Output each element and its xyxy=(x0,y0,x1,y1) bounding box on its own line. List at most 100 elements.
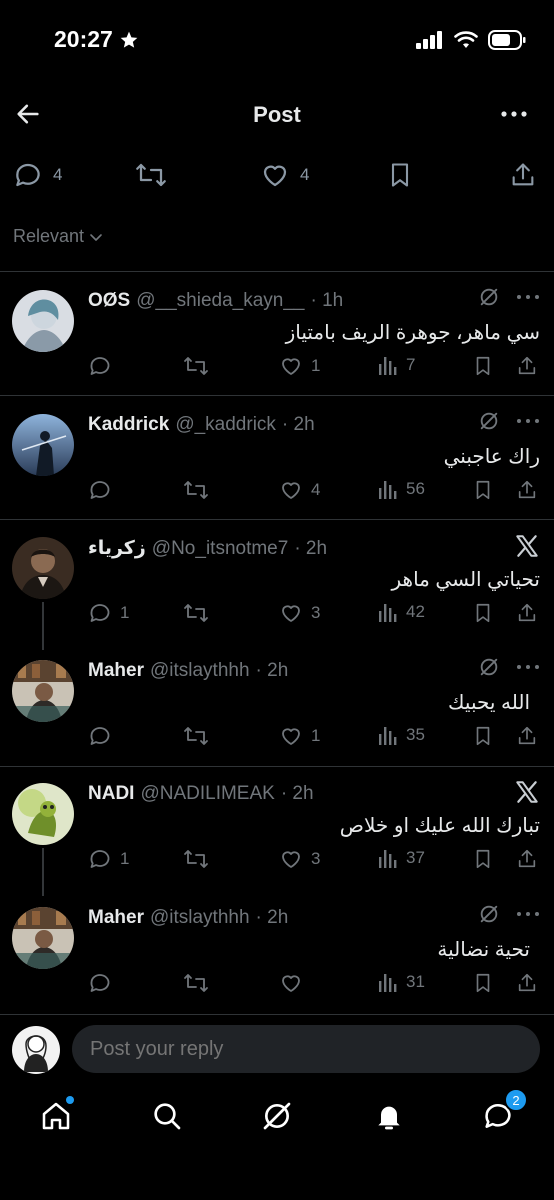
grok-icon[interactable] xyxy=(478,410,500,432)
like-count: 1 xyxy=(311,356,321,375)
avatar[interactable] xyxy=(12,290,74,352)
reply-button[interactable] xyxy=(88,971,120,995)
bookmark-button[interactable] xyxy=(472,354,494,378)
more-dots-icon[interactable] xyxy=(516,910,540,918)
bookmark-button[interactable] xyxy=(472,847,494,871)
bookmark-button[interactable] xyxy=(472,971,494,995)
grok-icon[interactable] xyxy=(478,286,500,308)
repost-button[interactable] xyxy=(182,478,210,502)
author-name[interactable]: زكرياء xyxy=(88,537,146,560)
repost-icon xyxy=(184,357,208,375)
repost-button[interactable] xyxy=(182,601,210,625)
repost-icon xyxy=(184,727,208,745)
like-button[interactable]: 3 xyxy=(279,601,320,625)
bookmark-button[interactable] xyxy=(472,478,494,502)
share-button[interactable] xyxy=(516,971,538,995)
share-button[interactable] xyxy=(516,354,538,378)
post-reply-button[interactable]: 4 xyxy=(13,160,62,190)
reply-item[interactable]: Maher @itslaythhh · 2h الله يحبيك 1 35 xyxy=(0,658,554,764)
more-dots-icon[interactable] xyxy=(516,663,540,671)
like-button[interactable]: 3 xyxy=(279,847,320,871)
bookmark-icon xyxy=(476,356,490,376)
views-button[interactable]: 35 xyxy=(378,724,425,746)
reply-item[interactable]: Kaddrick @_kaddrick · 2h راك عاجبني 4 56 xyxy=(0,412,554,518)
tab-messages[interactable]: 2 xyxy=(482,1088,528,1132)
bookmark-button[interactable] xyxy=(472,724,494,748)
reply-icon xyxy=(90,604,110,622)
repost-button[interactable] xyxy=(182,847,210,871)
views-button[interactable]: 37 xyxy=(378,847,425,869)
x-logo-icon[interactable] xyxy=(514,533,540,559)
views-chart-icon xyxy=(379,604,397,622)
avatar[interactable] xyxy=(12,907,74,969)
reply-button[interactable]: 1 xyxy=(88,847,129,871)
avatar[interactable] xyxy=(12,660,74,722)
tab-search[interactable] xyxy=(151,1100,183,1132)
reply-icon xyxy=(90,727,110,745)
share-button[interactable] xyxy=(516,847,538,871)
like-button[interactable] xyxy=(279,971,311,995)
reply-button[interactable] xyxy=(88,724,120,748)
x-logo-icon[interactable] xyxy=(514,779,540,805)
share-button[interactable] xyxy=(516,601,538,625)
avatar[interactable] xyxy=(12,537,74,599)
author-handle[interactable]: @_kaddrick xyxy=(175,414,276,436)
reply-item[interactable]: OØS @__shieda_kayn__ · 1h سي ماهر، جوهرة… xyxy=(0,288,554,394)
reply-button[interactable]: 1 xyxy=(88,601,129,625)
reply-item[interactable]: زكرياء @No_itsnotme7 · 2h تحياتي السي ما… xyxy=(0,535,554,641)
post-like-button[interactable]: 4 xyxy=(260,160,309,190)
like-button[interactable]: 1 xyxy=(279,354,320,378)
avatar[interactable] xyxy=(12,414,74,476)
more-dots-icon[interactable] xyxy=(516,417,540,425)
author-name[interactable]: NADI xyxy=(88,783,134,805)
author-name[interactable]: Maher xyxy=(88,907,144,929)
post-share-button[interactable] xyxy=(509,160,537,190)
heart-icon xyxy=(282,358,300,375)
sort-dropdown[interactable]: Relevant xyxy=(13,226,104,247)
author-handle[interactable]: @NADILIMEAK xyxy=(140,783,274,805)
my-avatar[interactable] xyxy=(12,1026,60,1074)
author-name[interactable]: Kaddrick xyxy=(88,414,169,436)
views-button[interactable]: 56 xyxy=(378,478,425,500)
author-handle[interactable]: @itslaythhh xyxy=(150,660,250,682)
reply-item[interactable]: Maher @itslaythhh · 2h تحية نضالية 31 xyxy=(0,905,554,1011)
views-count: 35 xyxy=(406,725,425,744)
like-button[interactable]: 1 xyxy=(279,724,320,748)
post-repost-button[interactable] xyxy=(134,160,168,190)
author-handle[interactable]: @itslaythhh xyxy=(150,907,250,929)
more-dots-icon[interactable] xyxy=(516,293,540,301)
repost-button[interactable] xyxy=(182,724,210,748)
share-button[interactable] xyxy=(516,478,538,502)
more-options-button[interactable] xyxy=(500,100,528,128)
like-button[interactable]: 4 xyxy=(279,478,320,502)
reply-button[interactable] xyxy=(88,478,120,502)
author-handle[interactable]: @No_itsnotme7 xyxy=(152,538,289,560)
repost-button[interactable] xyxy=(182,971,210,995)
reply-text: الله يحبيك xyxy=(448,692,530,714)
tab-grok[interactable] xyxy=(261,1100,293,1132)
wifi-icon xyxy=(454,31,478,48)
repost-button[interactable] xyxy=(182,354,210,378)
views-button[interactable]: 42 xyxy=(378,601,425,623)
author-name[interactable]: OØS xyxy=(88,290,130,312)
post-bookmark-button[interactable] xyxy=(386,160,414,190)
avatar[interactable] xyxy=(12,783,74,845)
tab-home[interactable] xyxy=(40,1096,74,1132)
bookmark-icon xyxy=(476,480,490,500)
reply-button[interactable] xyxy=(88,354,120,378)
reply-item[interactable]: NADI @NADILIMEAK · 2h تبارك الله عليك او… xyxy=(0,781,554,887)
reply-text: تحياتي السي ماهر xyxy=(391,569,540,591)
reply-top-actions xyxy=(478,903,540,925)
views-button[interactable]: 31 xyxy=(378,971,425,993)
author-name[interactable]: Maher xyxy=(88,660,144,682)
share-button[interactable] xyxy=(516,724,538,748)
bookmark-button[interactable] xyxy=(472,601,494,625)
repost-icon xyxy=(136,163,166,187)
bookmark-icon xyxy=(476,973,490,993)
grok-icon[interactable] xyxy=(478,903,500,925)
tab-notifications[interactable] xyxy=(373,1100,405,1132)
reply-input[interactable] xyxy=(72,1025,540,1073)
author-handle[interactable]: @__shieda_kayn__ xyxy=(136,290,304,312)
views-button[interactable]: 7 xyxy=(378,354,415,376)
grok-icon[interactable] xyxy=(478,656,500,678)
